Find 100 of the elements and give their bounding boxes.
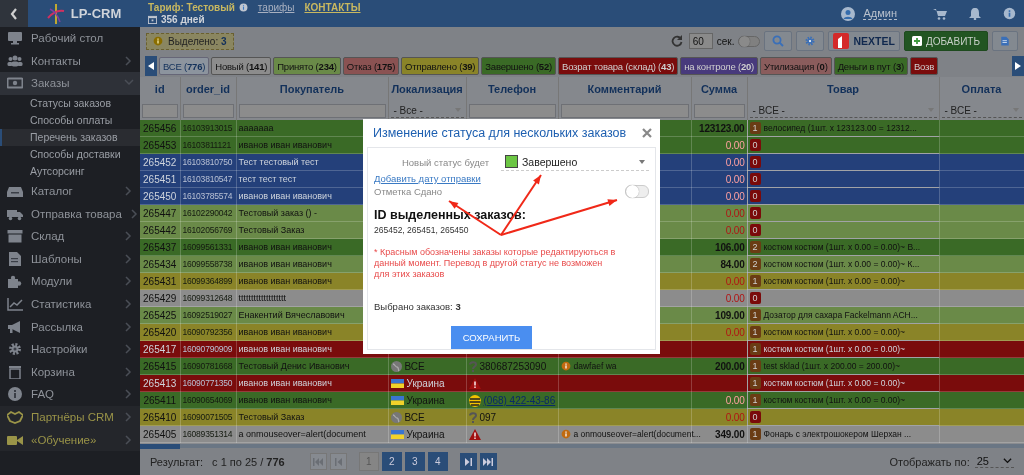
status-tab[interactable]: ВСЕ (776) bbox=[159, 57, 210, 75]
nav-label: Корзина bbox=[31, 365, 76, 378]
filter-field[interactable] bbox=[142, 103, 178, 118]
table-cell: 16089351314 bbox=[180, 425, 236, 443]
page-button[interactable]: 4 bbox=[427, 452, 448, 471]
settings-button[interactable] bbox=[796, 31, 825, 51]
status-tab[interactable]: Отказ (175) bbox=[342, 57, 400, 75]
status-tab[interactable]: Новый (141) bbox=[211, 57, 272, 75]
refresh-icon[interactable] bbox=[670, 35, 683, 47]
column-header[interactable]: Товар bbox=[747, 77, 939, 101]
save-button[interactable]: СОХРАНИТЬ bbox=[450, 326, 533, 349]
scrollbar-thumb[interactable] bbox=[140, 444, 180, 449]
nav-item[interactable]: Заказы bbox=[0, 72, 140, 95]
column-header[interactable]: order_id bbox=[180, 77, 236, 101]
nav-subitem[interactable]: Способы доставки bbox=[0, 145, 140, 163]
per-page-select[interactable]: 25 bbox=[974, 455, 1014, 468]
column-header[interactable]: Телефон bbox=[466, 77, 558, 101]
status-select[interactable]: Завершено bbox=[501, 154, 649, 171]
contacts-link[interactable]: КОНТАКТЫ bbox=[304, 1, 361, 14]
user-avatar-icon bbox=[841, 6, 856, 21]
nav-item[interactable]: Партнёры CRM bbox=[0, 405, 140, 429]
count-badge: 0 bbox=[749, 155, 761, 168]
status-tab[interactable]: на контроле (20) bbox=[680, 57, 759, 75]
status-tab[interactable]: Отправлено (39) bbox=[401, 57, 480, 75]
column-header[interactable]: Локализация bbox=[388, 77, 466, 101]
product-text: Дозатор для сахара Fackelmann ACH... bbox=[763, 309, 918, 320]
nav-label: Контакты bbox=[31, 54, 82, 67]
filter-select[interactable]: - ВСЕ - bbox=[749, 103, 937, 118]
scroll-left-button[interactable] bbox=[145, 56, 157, 76]
column-header[interactable]: Сумма bbox=[691, 77, 747, 101]
filter-field[interactable] bbox=[693, 103, 745, 118]
table-cell: 16099312648 bbox=[180, 289, 236, 307]
filter-field[interactable] bbox=[238, 103, 386, 118]
nav-item[interactable]: Рассылка bbox=[0, 315, 140, 338]
page-button[interactable]: 2 bbox=[381, 452, 402, 471]
nav-item[interactable]: Статистика bbox=[0, 292, 140, 316]
tariffs-link[interactable]: тарифы bbox=[257, 1, 295, 14]
add-button[interactable]: ДОБАВИТЬ bbox=[903, 31, 988, 51]
info-icon bbox=[7, 387, 23, 402]
last-page-icon bbox=[483, 457, 494, 466]
archive-icon bbox=[7, 229, 23, 244]
nav-item[interactable]: «Обучение» bbox=[0, 428, 140, 451]
collapse-button[interactable] bbox=[0, 0, 28, 27]
close-button[interactable] bbox=[642, 128, 652, 138]
table-cell: иванов иван иванович bbox=[236, 391, 388, 409]
column-header[interactable]: Комментарий bbox=[558, 77, 691, 101]
info-icon[interactable] bbox=[1003, 7, 1016, 20]
status-tab[interactable]: Завершено (52) bbox=[481, 57, 556, 75]
nav-subitem[interactable]: Перечень заказов bbox=[0, 128, 140, 146]
result-range: с 1 по 25 / 776 bbox=[212, 455, 285, 468]
info-icon bbox=[238, 3, 248, 12]
status-tab[interactable]: Возв bbox=[909, 57, 939, 75]
nav-item[interactable]: Модули bbox=[0, 270, 140, 293]
nav-item[interactable]: Рабочий стол bbox=[0, 27, 140, 50]
table-cell: 265447 bbox=[140, 204, 180, 222]
nav-item[interactable]: Шаблоны bbox=[0, 247, 140, 271]
last-page-button[interactable] bbox=[479, 453, 497, 470]
user-link[interactable]: Админ bbox=[863, 7, 897, 20]
count-badge: 2 bbox=[749, 240, 761, 253]
cart-icon[interactable] bbox=[933, 7, 947, 20]
result-label: Результат: bbox=[150, 455, 204, 468]
nav-item[interactable]: Каталог bbox=[0, 179, 140, 203]
column-header[interactable]: Покупатель bbox=[236, 77, 388, 101]
nextel-button[interactable]: NEXTEL bbox=[828, 31, 900, 51]
interval-field[interactable]: 60 bbox=[688, 33, 713, 49]
search-icon bbox=[772, 35, 785, 47]
status-tab[interactable]: Утилизация (0) bbox=[760, 57, 832, 75]
page-button[interactable]: 3 bbox=[404, 452, 425, 471]
filter-select[interactable]: - ВСЕ - bbox=[941, 103, 1022, 118]
scroll-right-button[interactable] bbox=[1012, 56, 1024, 76]
per-page-label: Отображать по: bbox=[889, 455, 970, 468]
document-button[interactable] bbox=[992, 31, 1018, 51]
nav-subitem[interactable]: Способы оплаты bbox=[0, 111, 140, 129]
nav-subitem[interactable]: Статусы заказов bbox=[0, 94, 140, 112]
nav-item[interactable]: Настройки bbox=[0, 337, 140, 361]
filter-field[interactable] bbox=[560, 103, 689, 118]
filter-field[interactable] bbox=[468, 103, 556, 118]
status-tab[interactable]: Деньги в пут (3) bbox=[833, 57, 908, 75]
handed-toggle[interactable] bbox=[625, 185, 649, 198]
status-tab[interactable]: Возрат товара (склад) (43) bbox=[558, 57, 679, 75]
search-button[interactable] bbox=[764, 31, 793, 51]
status-tab[interactable]: Принято (234) bbox=[273, 57, 341, 75]
column-header[interactable]: id bbox=[140, 77, 180, 101]
table-cell: a onmouseover=alert(document bbox=[236, 425, 388, 443]
filter-select[interactable]: - Все - bbox=[390, 103, 464, 118]
auto-refresh-toggle[interactable] bbox=[738, 35, 761, 47]
next-page-button[interactable] bbox=[459, 453, 477, 470]
bell-icon[interactable] bbox=[969, 7, 981, 20]
nav-subitem[interactable]: Аутсорсинг bbox=[0, 162, 140, 180]
tariff-label: Тариф: Тестовый bbox=[148, 1, 235, 14]
filter-field[interactable] bbox=[182, 103, 234, 118]
nav-item[interactable]: Корзина bbox=[0, 360, 140, 384]
column-header[interactable]: Оплата bbox=[939, 77, 1024, 101]
nav-item[interactable]: FAQ bbox=[0, 383, 140, 406]
nav-item[interactable]: Контакты bbox=[0, 49, 140, 73]
globe-icon bbox=[390, 361, 402, 373]
nav-item[interactable]: Отправка товара bbox=[0, 202, 140, 225]
table-cell: 265417 bbox=[140, 340, 180, 358]
triangle-left-icon bbox=[148, 62, 154, 70]
nav-item[interactable]: Склад bbox=[0, 224, 140, 248]
